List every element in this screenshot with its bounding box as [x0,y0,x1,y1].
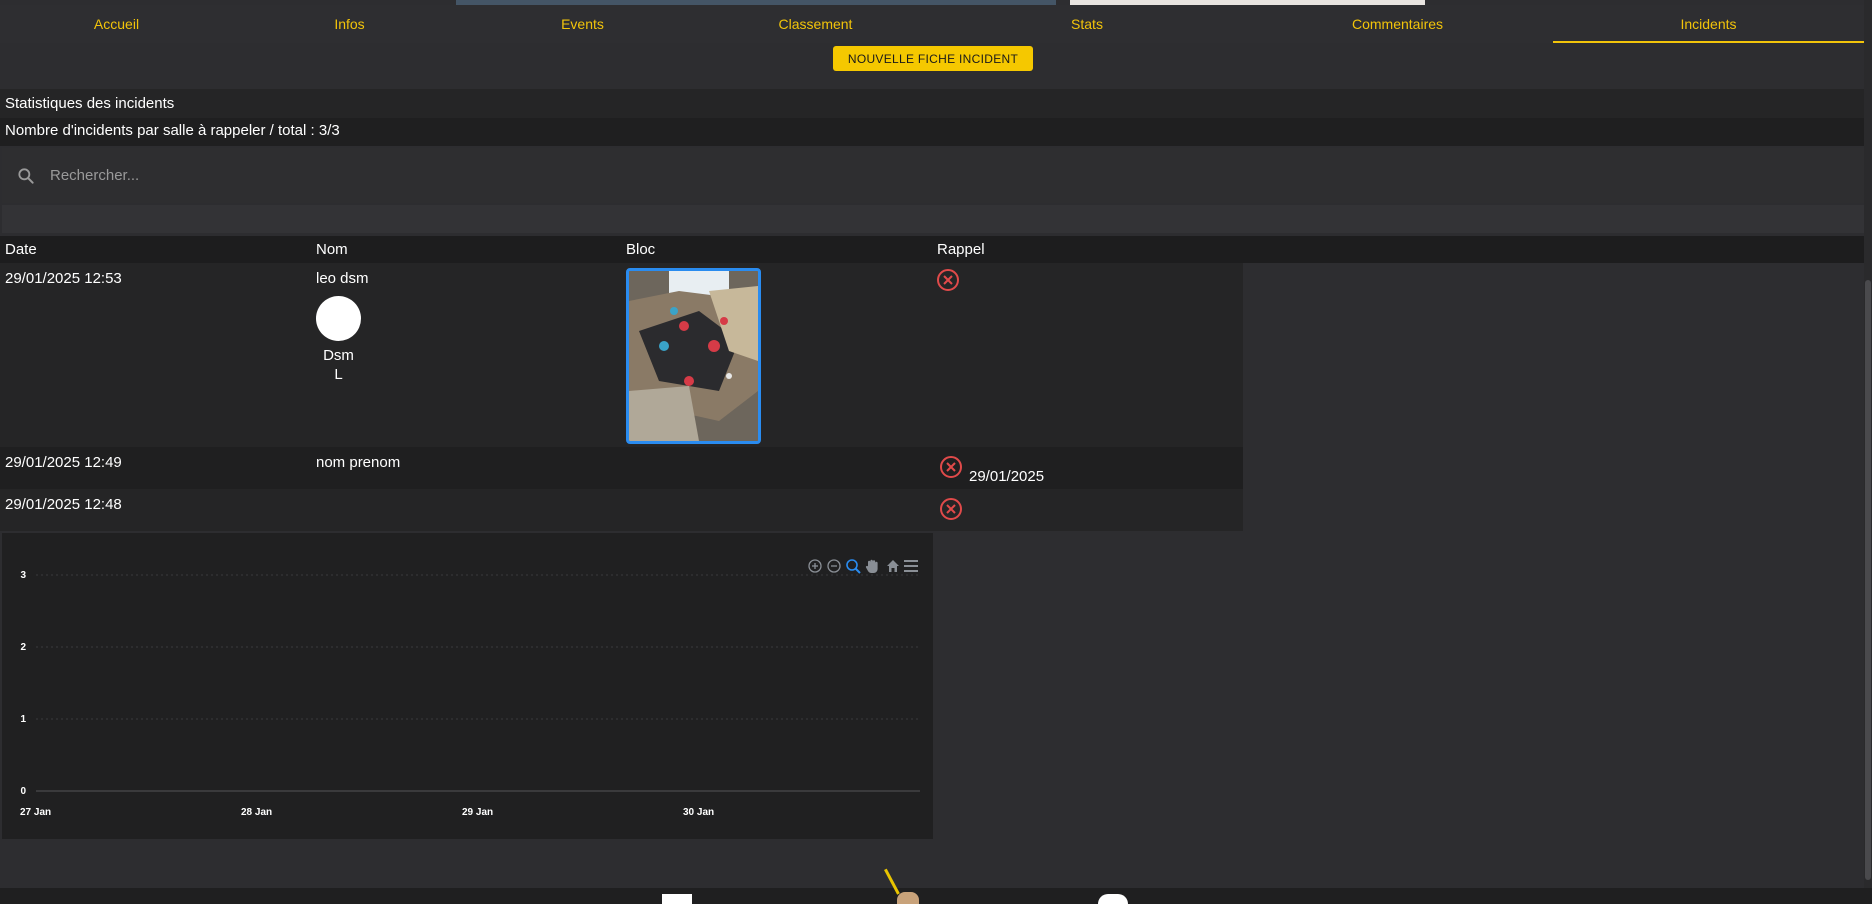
avatar-first-name: Dsm [323,347,354,364]
close-circle-icon[interactable] [939,455,963,479]
footer-logo-right [1098,894,1128,904]
search-icon [18,167,34,184]
new-incident-button[interactable]: NOUVELLE FICHE INCIDENT [833,46,1033,71]
tab-incidents[interactable]: Incidents [1553,5,1864,43]
tab-events[interactable]: Events [466,5,699,43]
close-circle-icon[interactable] [939,497,963,521]
pan-icon[interactable] [865,559,878,574]
incident-count-summary: Nombre d'incidents par salle à rappeler … [0,118,1864,146]
x-tick-label: 27 Jan [20,807,51,818]
tab-infos[interactable]: Infos [233,5,466,43]
bloc-photo[interactable] [626,268,761,444]
incident-date: 29/01/2025 12:49 [5,454,122,471]
incident-date: 29/01/2025 12:48 [5,496,122,513]
column-header-bloc[interactable]: Bloc [626,241,655,258]
rappel-date: 29/01/2025 [969,468,1045,485]
footer-logo-left [662,894,692,904]
x-tick-label: 30 Jan [683,807,714,818]
tab-classement[interactable]: Classement [699,5,932,43]
avatar-last-initial: L [334,366,343,383]
stats-title: Statistiques des incidents [0,89,1864,118]
tab-stats[interactable]: Stats [932,5,1242,43]
y-tick-label: 2 [20,642,26,653]
search-input[interactable] [50,167,650,184]
avatar[interactable] [316,296,361,341]
y-tick-label: 3 [20,570,26,581]
selection-zoom-icon[interactable] [846,559,861,574]
close-circle-icon[interactable] [936,268,960,292]
incident-user-name: nom prenom [316,454,401,471]
incident-user-name: leo dsm [316,270,369,287]
y-tick-label: 1 [20,714,26,725]
zoom-out-icon[interactable] [827,559,841,573]
x-tick-label: 29 Jan [462,807,493,818]
table-header: Date Nom Bloc Rappel [0,236,1864,263]
incident-chart: 0 1 2 3 27 Jan 28 Jan 29 Jan 30 Jan [2,533,933,839]
y-tick-label: 0 [20,786,26,797]
footer-mascot [897,892,919,904]
x-tick-label: 28 Jan [241,807,272,818]
search-bar [2,148,1864,203]
reset-home-icon[interactable] [887,560,899,572]
tab-commentaires[interactable]: Commentaires [1242,5,1553,43]
table-row[interactable]: 29/01/2025 12:48 [0,489,1243,531]
column-header-rappel[interactable]: Rappel [937,241,985,258]
chart-toolbar [808,559,918,574]
column-header-date[interactable]: Date [5,241,37,258]
incident-date: 29/01/2025 12:53 [5,270,122,287]
main-tab-bar: Accueil Infos Events Classement Stats Co… [0,5,1864,43]
table-row[interactable]: 29/01/2025 12:53 leo dsm Dsm L [0,263,1243,447]
page-scrollbar-thumb[interactable] [1865,280,1871,880]
filter-row [2,205,1864,233]
column-header-nom[interactable]: Nom [316,241,348,258]
footer-bar [0,888,1872,904]
table-row[interactable]: 29/01/2025 12:49 nom prenom 29/01/2025 [0,447,1243,489]
menu-icon[interactable] [904,560,918,572]
zoom-in-icon[interactable] [808,559,822,573]
incident-chart-svg: 0 1 2 3 27 Jan 28 Jan 29 Jan 30 Jan [20,559,920,818]
tab-accueil[interactable]: Accueil [0,5,233,43]
